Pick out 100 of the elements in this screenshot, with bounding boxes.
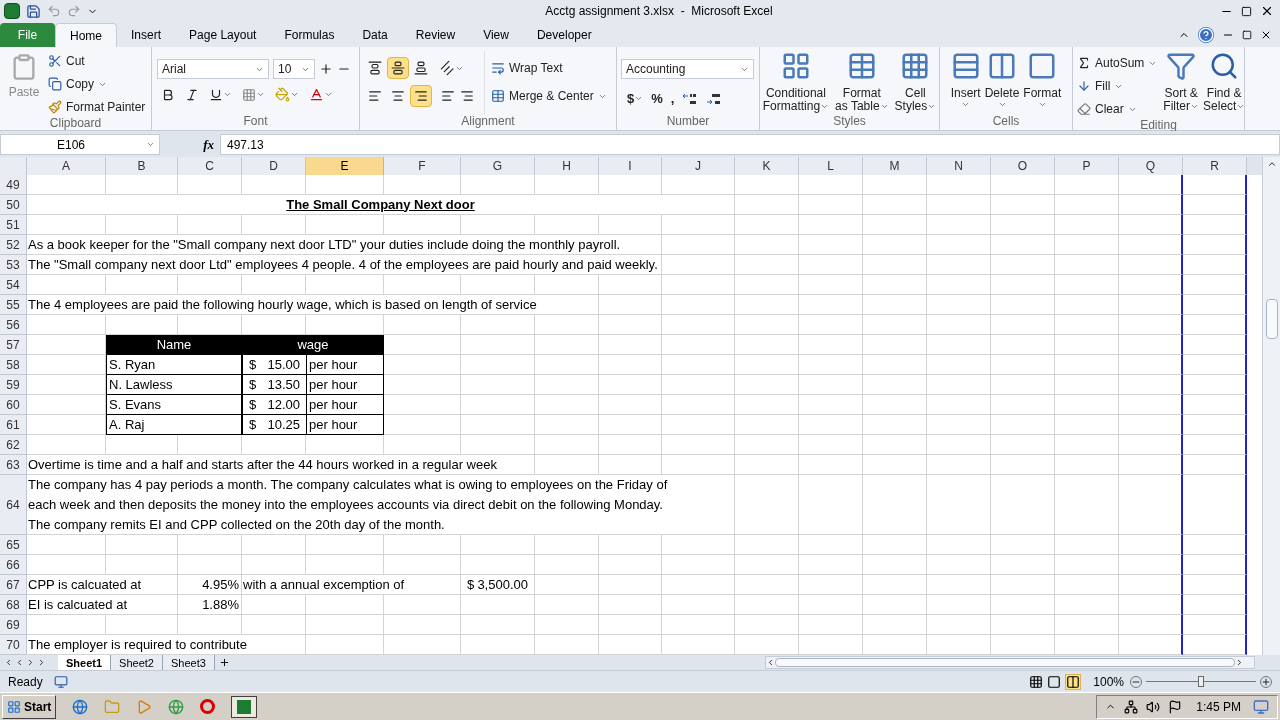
close-icon[interactable] (1260, 4, 1274, 18)
scissors-icon (48, 54, 62, 68)
wrap-text-button[interactable]: Wrap Text (491, 59, 607, 77)
font-size-field[interactable]: 10 (273, 59, 315, 79)
find-select-button[interactable]: Find & Select (1203, 51, 1246, 119)
table-cell: S. Ryan (106, 355, 242, 375)
table-cell: $ 15.00 (242, 355, 306, 375)
opera-icon[interactable] (200, 699, 216, 714)
scroll-left-icon[interactable] (766, 658, 775, 667)
ribbon-tab[interactable]: Home (55, 23, 117, 47)
function-button[interactable]: fx (203, 134, 214, 155)
ribbon-tab[interactable]: Developer (522, 23, 606, 47)
page-layout-view-icon[interactable] (1047, 674, 1062, 689)
caret-icon (1037, 100, 1047, 109)
ribbon-tab[interactable]: View (469, 23, 523, 47)
network-icon[interactable] (1124, 699, 1139, 714)
name-box[interactable]: E106 (0, 134, 160, 155)
sheet-tab[interactable]: Sheet1 (58, 655, 112, 670)
align-right-button[interactable] (410, 85, 432, 107)
row-header: 70 (0, 635, 27, 655)
ribbon-tab[interactable]: Page Layout (175, 23, 271, 47)
formula-field[interactable]: 497.13 (220, 134, 1280, 155)
currency-button[interactable]: $ (627, 89, 644, 109)
sheet-tab[interactable]: Sheet3 (162, 655, 215, 670)
autosum-button[interactable]: AutoSum (1077, 53, 1158, 73)
fill-down-icon (1077, 79, 1091, 93)
clock: 1:45 PM (1196, 698, 1241, 716)
ribbon-tab[interactable]: Review (401, 23, 470, 47)
grow-font-icon[interactable] (319, 62, 333, 76)
restore-icon[interactable] (1242, 30, 1252, 40)
sheet-tab[interactable]: Sheet2 (111, 655, 163, 670)
caret-icon (820, 102, 830, 111)
row-header: 52 (0, 235, 27, 255)
grid-icon (1027, 51, 1058, 81)
last-sheet-icon[interactable] (37, 658, 46, 667)
scroll-right-icon[interactable] (1235, 658, 1244, 667)
paintbrush-icon (48, 100, 62, 114)
format-painter-button[interactable]: Format Painter (48, 97, 146, 117)
cell-text: The 4 employees are paid the following hourly wage, which is based on length of service (27, 294, 537, 314)
show-desktop-icon[interactable] (1253, 698, 1269, 715)
zoom-slider-thumb[interactable] (1198, 676, 1204, 687)
ribbon-tab[interactable]: Insert (117, 23, 176, 47)
delete-button[interactable]: Delete (984, 51, 1020, 115)
fill-button[interactable]: Fill (1077, 76, 1158, 96)
normal-view-icon[interactable] (1029, 674, 1044, 689)
format-as-table-button[interactable]: Format as Table (835, 51, 889, 115)
browser-icon[interactable] (72, 698, 89, 715)
borders-icon[interactable] (242, 87, 256, 102)
copy-button[interactable]: Copy (48, 74, 146, 94)
cell-styles-button[interactable]: Cell Styles (894, 51, 937, 115)
flag-icon[interactable] (1168, 699, 1183, 714)
clear-button[interactable]: Clear (1077, 99, 1158, 119)
next-sheet-icon[interactable] (26, 658, 35, 667)
page-break-view-icon[interactable] (1065, 673, 1082, 690)
fill-color-icon[interactable] (275, 87, 290, 102)
sort-filter-button[interactable]: Sort & Filter (1163, 51, 1200, 119)
scroll-up-icon[interactable] (1266, 159, 1277, 169)
decrease-decimal-icon[interactable] (706, 91, 723, 106)
row-header: 55 (0, 295, 27, 315)
macro-record-icon[interactable] (54, 674, 68, 689)
italic-icon[interactable] (185, 87, 199, 102)
comma-button[interactable]: , (670, 89, 675, 109)
save-icon[interactable] (26, 3, 41, 19)
table-cell: $ 10.25 (242, 415, 306, 435)
decrease-indent-icon[interactable] (441, 89, 455, 103)
percent-button[interactable]: % (651, 89, 663, 109)
vertical-scrollbar[interactable] (1262, 157, 1280, 655)
number-format-field[interactable]: Accounting (621, 59, 754, 79)
cell-text: CPP is calcuated at (27, 574, 142, 594)
font-color-icon[interactable] (309, 87, 324, 102)
copy-icon (48, 77, 62, 91)
merge-center-button[interactable]: Merge & Center (491, 87, 607, 105)
restore-icon[interactable] (1241, 5, 1252, 17)
start-button[interactable]: Start (2, 694, 57, 719)
font-name-field[interactable]: Arial (157, 59, 269, 79)
bold-icon[interactable] (161, 87, 175, 102)
cut-button[interactable]: Cut (48, 51, 146, 71)
close-icon[interactable] (1260, 29, 1272, 41)
format-button[interactable]: Format (1023, 51, 1062, 115)
increase-decimal-icon[interactable] (682, 91, 699, 106)
wrap-text-icon (491, 61, 505, 75)
insert-button[interactable]: Insert (950, 51, 981, 115)
excel-taskbar-button[interactable] (231, 695, 258, 718)
volume-icon[interactable] (1146, 699, 1161, 714)
previous-sheet-icon[interactable] (15, 658, 24, 667)
horizontal-scrollbar[interactable] (765, 656, 1255, 669)
underline-icon[interactable] (209, 87, 223, 102)
middle-align-icon[interactable] (387, 57, 409, 79)
scroll-thumb[interactable] (1265, 299, 1278, 339)
new-sheet-icon[interactable] (218, 657, 230, 668)
file-tab[interactable]: File (0, 23, 55, 47)
ribbon-tab[interactable]: Formulas (270, 23, 349, 47)
row-header: 59 (0, 375, 27, 395)
scroll-thumb[interactable] (775, 658, 1235, 667)
increase-indent-icon[interactable] (460, 89, 474, 103)
conditional-formatting-button[interactable]: Conditional Formatting (762, 51, 830, 115)
eraser-icon (1077, 102, 1091, 116)
help-icon[interactable] (1198, 27, 1214, 43)
first-sheet-icon[interactable] (4, 658, 13, 667)
ribbon-tab[interactable]: Data (348, 23, 402, 47)
